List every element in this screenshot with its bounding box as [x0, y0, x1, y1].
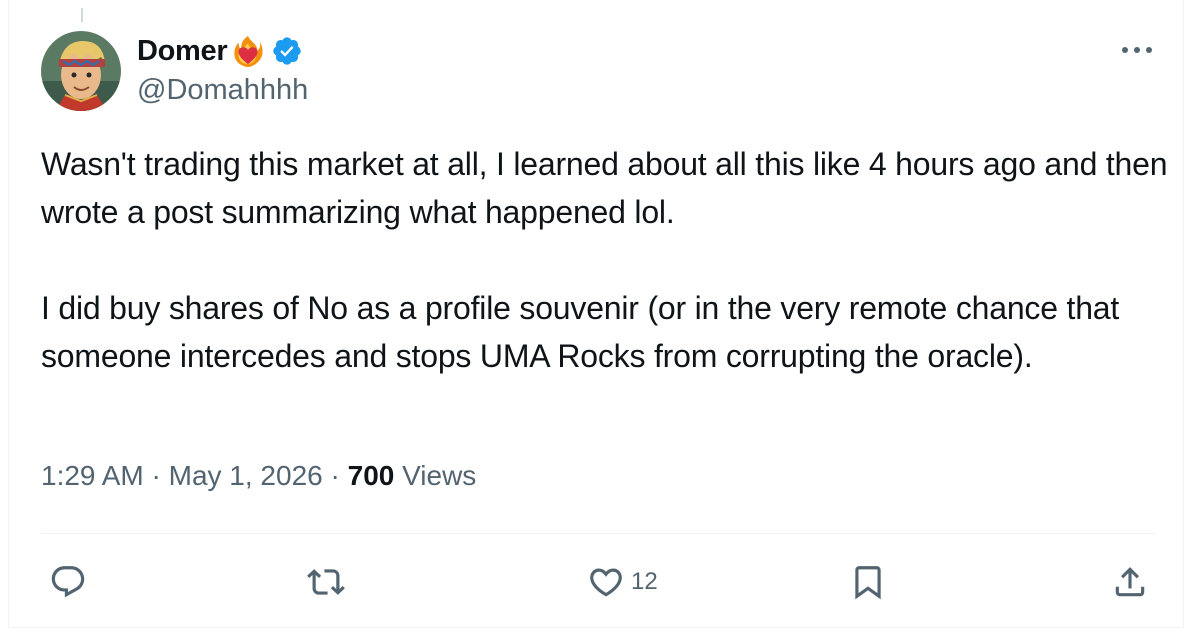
more-dots-icon	[1122, 47, 1152, 53]
views-label: Views	[394, 460, 477, 491]
meta-separator: ·	[322, 460, 348, 491]
like-count: 12	[631, 568, 658, 595]
avatar-image	[41, 31, 121, 111]
tweet-text: Wasn't trading this market at all, I lea…	[41, 140, 1171, 380]
tweet-paragraph: Wasn't trading this market at all, I lea…	[41, 146, 1168, 230]
meta-separator: ·	[143, 460, 169, 491]
like-button[interactable]: 12	[587, 560, 658, 604]
tweet-card: Domer @Domahhhh Wasn't trading this mark…	[8, 0, 1184, 628]
author-name-row[interactable]: Domer	[137, 34, 303, 68]
avatar[interactable]	[41, 31, 121, 111]
bookmark-button[interactable]	[849, 560, 887, 604]
tweet-date[interactable]: May 1, 2026	[169, 460, 323, 492]
retweet-button[interactable]	[307, 560, 345, 604]
action-bar: 12	[49, 560, 1145, 604]
tweet-time[interactable]: 1:29 AM	[41, 460, 144, 492]
tweet-metadata: 1:29 AM · May 1, 2026 · 700 Views	[41, 460, 476, 492]
heart-on-fire-icon	[234, 35, 263, 68]
share-button[interactable]	[1111, 560, 1149, 604]
share-icon	[1115, 567, 1145, 597]
author-handle[interactable]: @Domahhhh	[137, 74, 308, 107]
views-count[interactable]: 700	[348, 460, 395, 492]
heart-icon	[590, 568, 622, 597]
more-options-button[interactable]	[1119, 38, 1155, 62]
author-display-name[interactable]: Domer	[137, 35, 228, 68]
verified-badge-icon[interactable]	[271, 35, 303, 67]
bookmark-icon	[855, 566, 881, 600]
retweet-icon	[307, 569, 345, 595]
reply-icon	[51, 566, 85, 598]
tweet-paragraph: I did buy shares of No as a profile souv…	[41, 290, 1120, 374]
divider	[41, 533, 1155, 534]
thread-connector-line	[81, 8, 83, 22]
reply-button[interactable]	[49, 560, 87, 604]
